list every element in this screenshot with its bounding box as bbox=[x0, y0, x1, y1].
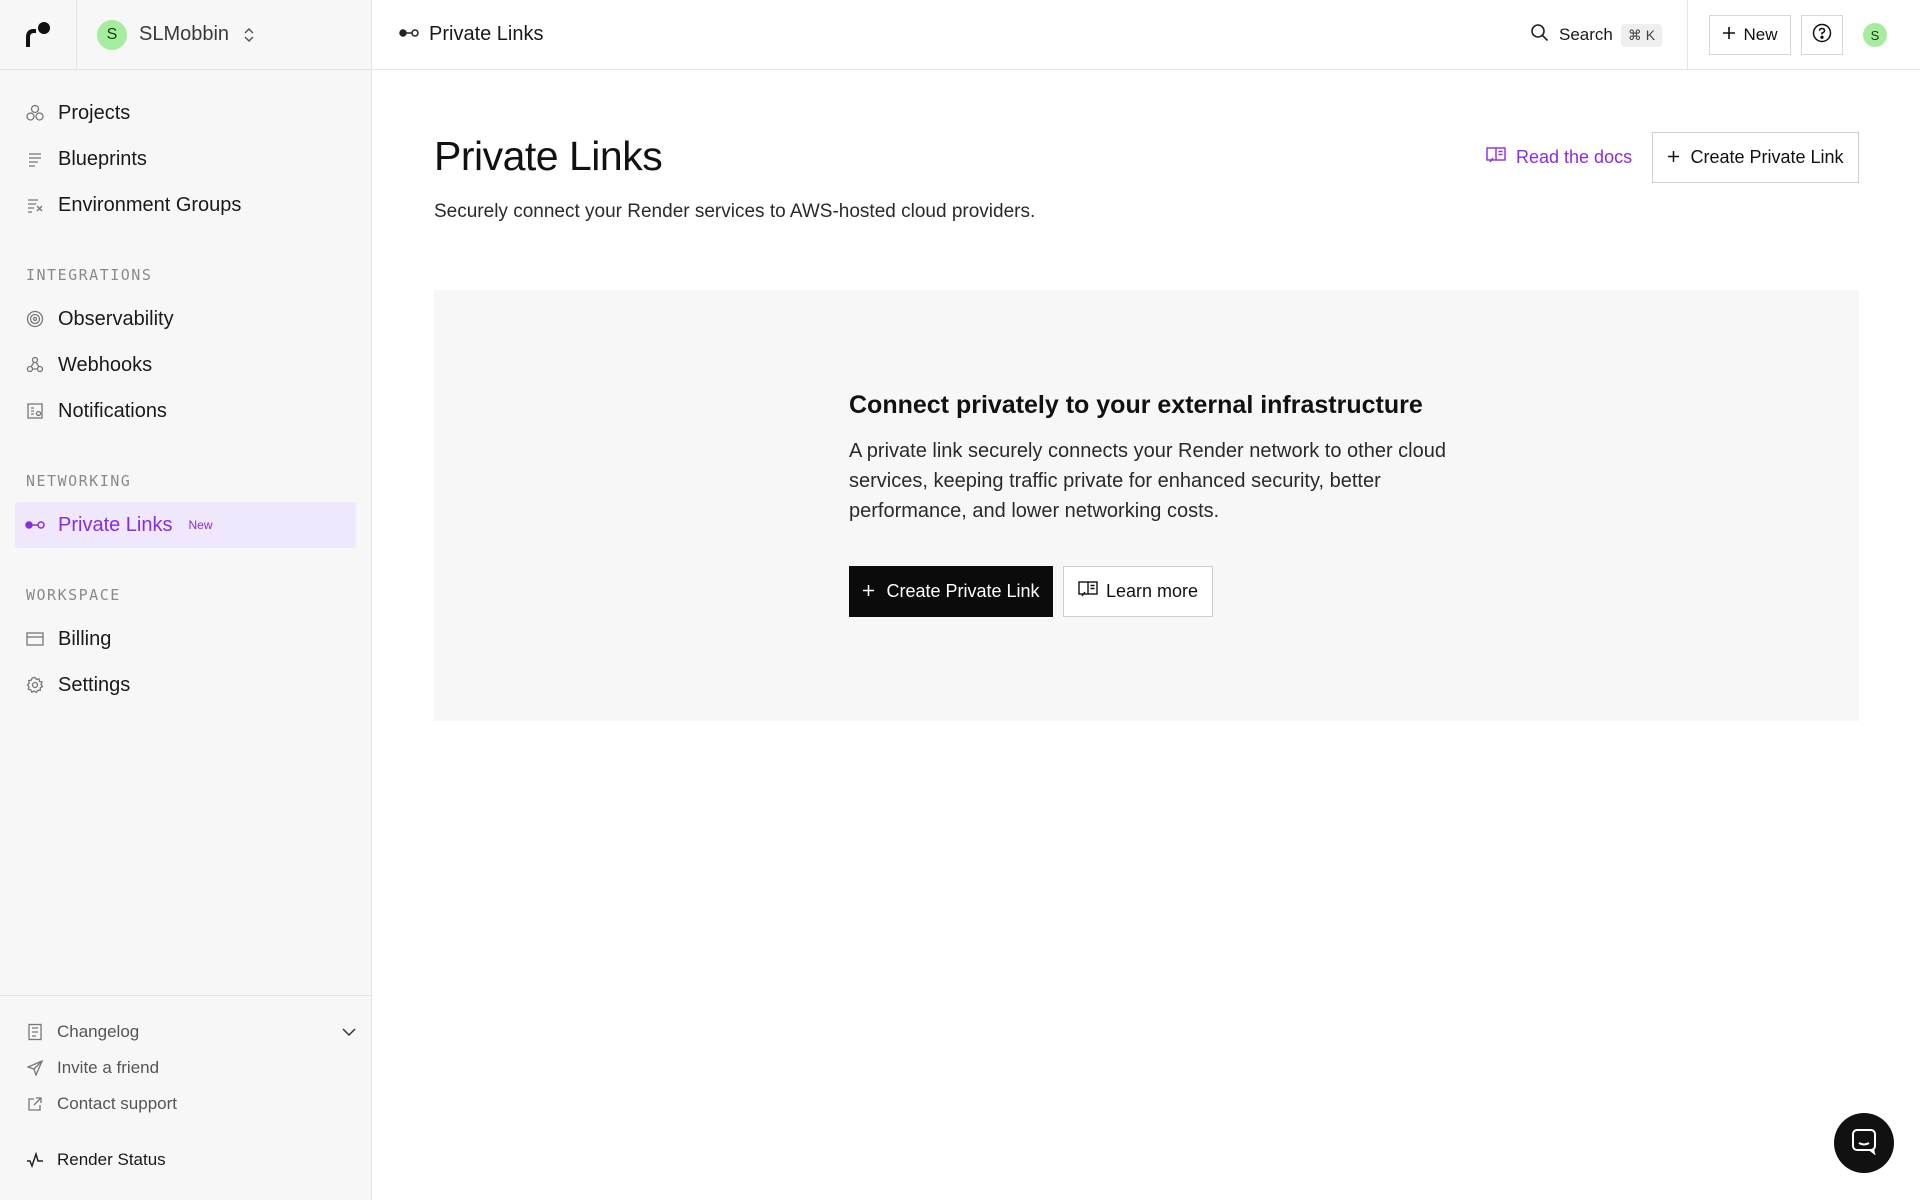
changelog-label: Changelog bbox=[57, 1022, 140, 1041]
sidebar-item-label: Notifications bbox=[58, 399, 167, 422]
new-button-label: New bbox=[1743, 25, 1778, 44]
sidebar-item-environment-groups[interactable]: Environment Groups bbox=[15, 182, 356, 228]
sidebar-item-label: Billing bbox=[58, 627, 112, 650]
sidebar-item-webhooks[interactable]: Webhooks bbox=[15, 342, 356, 388]
sidebar-nav: Projects Blueprints Environment Groups I… bbox=[0, 70, 371, 708]
sidebar-item-label: Environment Groups bbox=[58, 193, 242, 216]
create-private-link-button[interactable]: Create Private Link bbox=[1652, 132, 1859, 183]
user-avatar[interactable]: S bbox=[1863, 23, 1887, 47]
plus-icon bbox=[862, 581, 875, 602]
sidebar-item-projects[interactable]: Projects bbox=[15, 90, 356, 136]
render-status-link[interactable]: Render Status bbox=[10, 1142, 356, 1178]
empty-create-label: Create Private Link bbox=[886, 581, 1040, 601]
observability-icon bbox=[25, 309, 45, 329]
book-icon bbox=[1486, 147, 1506, 168]
sidebar-item-label: Blueprints bbox=[58, 147, 147, 170]
invite-friend-label: Invite a friend bbox=[57, 1058, 160, 1077]
plus-icon bbox=[1667, 147, 1680, 168]
empty-state-description: A private link securely connects your Re… bbox=[849, 440, 1446, 522]
new-badge: New bbox=[188, 518, 213, 532]
sidebar-footer: Changelog Invite a friend Contact suppor… bbox=[0, 995, 371, 1200]
help-button[interactable] bbox=[1801, 15, 1843, 55]
render-logo-icon[interactable] bbox=[0, 0, 77, 70]
webhooks-icon bbox=[25, 355, 45, 375]
read-docs-link[interactable]: Read the docs bbox=[1486, 147, 1632, 168]
render-status-label: Render Status bbox=[57, 1150, 166, 1169]
sidebar-item-settings[interactable]: Settings bbox=[15, 662, 356, 708]
changelog-link[interactable]: Changelog bbox=[10, 1014, 356, 1050]
workspace-avatar: S bbox=[97, 19, 127, 50]
environment-groups-icon bbox=[25, 195, 45, 215]
chat-support-button[interactable] bbox=[1834, 1113, 1894, 1173]
projects-icon bbox=[25, 103, 45, 123]
send-icon bbox=[25, 1058, 45, 1078]
blueprints-icon bbox=[25, 149, 45, 169]
section-heading-workspace: WORKSPACE bbox=[26, 586, 121, 604]
search-label: Search bbox=[1559, 25, 1613, 44]
book-icon bbox=[1078, 581, 1098, 602]
notifications-icon bbox=[25, 401, 45, 421]
sidebar-item-label: Projects bbox=[58, 101, 131, 124]
plus-icon bbox=[1722, 25, 1736, 45]
activity-icon bbox=[25, 1150, 45, 1170]
breadcrumb: Private Links bbox=[399, 23, 544, 46]
sidebar-item-blueprints[interactable]: Blueprints bbox=[15, 136, 356, 182]
create-private-link-label: Create Private Link bbox=[1690, 147, 1844, 167]
empty-state: Connect privately to your external infra… bbox=[434, 290, 1859, 721]
sidebar: S SLMobbin Projects Blueprints Environme… bbox=[0, 0, 372, 1200]
sidebar-item-observability[interactable]: Observability bbox=[15, 296, 356, 342]
chevron-up-down-icon bbox=[243, 26, 255, 44]
sidebar-item-label: Settings bbox=[58, 673, 131, 696]
sidebar-item-label: Observability bbox=[58, 307, 174, 330]
workspace-switcher[interactable]: S SLMobbin bbox=[77, 0, 255, 70]
sidebar-item-notifications[interactable]: Notifications bbox=[15, 388, 356, 434]
contact-support-link[interactable]: Contact support bbox=[10, 1086, 356, 1122]
section-heading-integrations: INTEGRATIONS bbox=[26, 266, 153, 284]
private-links-icon bbox=[25, 515, 45, 535]
header-divider bbox=[1687, 0, 1688, 70]
empty-state-actions: Create Private Link Learn more bbox=[849, 566, 1469, 617]
empty-state-heading: Connect privately to your external infra… bbox=[849, 391, 1423, 419]
external-link-icon bbox=[25, 1094, 45, 1114]
empty-create-private-link-button[interactable]: Create Private Link bbox=[849, 566, 1053, 617]
breadcrumb-label: Private Links bbox=[429, 23, 544, 45]
private-links-icon bbox=[399, 26, 419, 44]
read-docs-label: Read the docs bbox=[1516, 147, 1633, 167]
sidebar-item-label: Webhooks bbox=[58, 353, 153, 376]
page-title: Private Links bbox=[434, 133, 663, 179]
page-subtitle: Securely connect your Render services to… bbox=[434, 201, 1036, 222]
search-button[interactable]: Search ⌘ K bbox=[1530, 19, 1663, 51]
learn-more-button[interactable]: Learn more bbox=[1063, 566, 1213, 617]
sidebar-item-billing[interactable]: Billing bbox=[15, 616, 356, 662]
sidebar-item-label: Private Links bbox=[58, 513, 173, 536]
invite-friend-link[interactable]: Invite a friend bbox=[10, 1050, 356, 1086]
workspace-name: SLMobbin bbox=[139, 23, 230, 45]
settings-icon bbox=[25, 675, 45, 695]
learn-more-label: Learn more bbox=[1105, 581, 1199, 601]
sidebar-item-private-links[interactable]: Private Links New bbox=[15, 502, 356, 548]
main-content: Private Links Securely connect your Rend… bbox=[373, 71, 1920, 1200]
billing-icon bbox=[25, 629, 45, 649]
search-icon bbox=[1530, 23, 1549, 47]
chevron-down-icon[interactable] bbox=[342, 1027, 356, 1037]
empty-state-content: Connect privately to your external infra… bbox=[849, 391, 1469, 617]
help-icon bbox=[1812, 23, 1832, 48]
changelog-icon bbox=[25, 1022, 45, 1042]
chat-icon bbox=[1850, 1127, 1878, 1160]
top-header: Private Links Search ⌘ K New S bbox=[373, 0, 1920, 70]
section-heading-networking: NETWORKING bbox=[26, 472, 132, 490]
search-shortcut: ⌘ K bbox=[1620, 23, 1663, 47]
new-button[interactable]: New bbox=[1709, 15, 1791, 55]
contact-support-label: Contact support bbox=[57, 1094, 178, 1113]
sidebar-header: S SLMobbin bbox=[0, 0, 371, 70]
